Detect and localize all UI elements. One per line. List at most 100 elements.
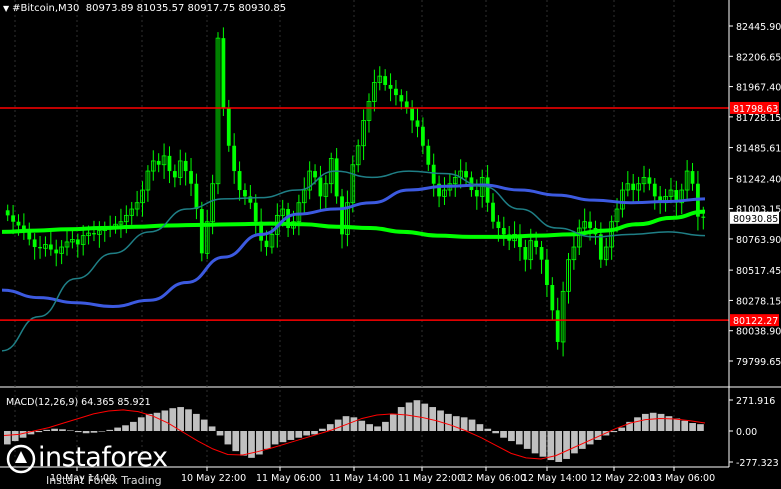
- candle-body: [631, 183, 636, 191]
- macd-histogram-bar: [492, 431, 500, 434]
- macd-histogram-bar: [374, 426, 381, 431]
- candle-body: [11, 215, 15, 222]
- macd-histogram-bar: [397, 407, 405, 431]
- macd-histogram-bar: [200, 419, 208, 431]
- macd-histogram-bar: [508, 431, 515, 442]
- macd-histogram-bar: [484, 428, 492, 431]
- macd-histogram-bar: [523, 431, 531, 449]
- macd-histogram-bar: [673, 418, 681, 431]
- macd-histogram-bar: [413, 400, 421, 431]
- macd-histogram-bar: [468, 419, 476, 431]
- macd-histogram-bar: [145, 413, 153, 431]
- candle-body: [38, 247, 42, 249]
- macd-histogram-bar: [610, 431, 618, 433]
- candle-body: [189, 171, 193, 184]
- macd-histogram-bar: [366, 424, 373, 431]
- macd-histogram-bar: [130, 421, 137, 431]
- candle-body: [399, 95, 404, 102]
- macd-histogram-bar: [114, 427, 121, 431]
- macd-histogram-bar: [271, 431, 279, 445]
- macd-histogram-bar: [334, 419, 342, 431]
- candle-body: [652, 183, 657, 197]
- macd-histogram-bar: [263, 431, 271, 449]
- macd-histogram-bar: [618, 427, 626, 431]
- candle-body: [167, 155, 172, 172]
- candle-body: [410, 107, 415, 121]
- macd-histogram-bar: [389, 413, 397, 431]
- price-tick-label: 81242.40: [736, 174, 781, 185]
- macd-histogram-bar: [208, 426, 216, 431]
- candle-body: [232, 145, 237, 172]
- macd-histogram-bar: [224, 431, 232, 445]
- macd-histogram-bar: [4, 431, 11, 445]
- macd-histogram-bar: [74, 431, 82, 433]
- price-tick-label: 80038.90: [736, 327, 781, 338]
- candle-body: [415, 120, 420, 127]
- macd-histogram-bar: [578, 431, 586, 449]
- price-tick-label: 80278.15: [736, 296, 781, 307]
- macd-histogram-bar: [649, 412, 657, 431]
- macd-histogram-bar: [515, 431, 523, 445]
- candle-body: [598, 234, 603, 260]
- macd-title: MACD(12,26,9) 64.365 85.921: [6, 397, 151, 408]
- macd-tick-label: 0.00: [736, 427, 757, 438]
- macd-histogram-bar: [697, 424, 704, 431]
- price-tick-label: 79799.65: [736, 357, 781, 368]
- macd-histogram-bar: [59, 429, 66, 431]
- time-tick-label: 11 May 06:00: [256, 473, 321, 484]
- macd-histogram-bar: [193, 413, 200, 431]
- candle-body: [32, 239, 37, 248]
- candle-body: [464, 171, 468, 178]
- macd-histogram-bar: [153, 412, 161, 431]
- candle-body: [501, 228, 506, 235]
- price-tick-label: 82206.65: [736, 52, 781, 63]
- candle-body: [313, 171, 317, 178]
- candle-body: [334, 158, 339, 197]
- macd-histogram-bar: [177, 407, 184, 431]
- macd-histogram-bar: [106, 429, 114, 431]
- candle-body: [394, 88, 398, 96]
- macd-histogram-bar: [319, 428, 326, 431]
- time-tick-label: 11 May 14:00: [329, 473, 394, 484]
- dropdown-arrow-icon[interactable]: ▼: [3, 4, 9, 13]
- instaforex-logo-icon: [6, 444, 36, 474]
- macd-histogram-bar: [539, 431, 547, 457]
- candle-body: [383, 76, 388, 85]
- candle-body: [534, 240, 539, 248]
- macd-tick-label: -277.323: [736, 458, 779, 469]
- macd-histogram-bar: [681, 420, 689, 431]
- candle-body: [404, 101, 409, 108]
- candle-body: [172, 171, 177, 178]
- candle-body: [226, 107, 231, 146]
- time-tick-label: 10 May 22:00: [181, 473, 246, 484]
- time-tick-label: 12 May 22:00: [590, 473, 655, 484]
- candle-body: [523, 247, 528, 260]
- macd-histogram-bar: [358, 420, 366, 431]
- candle-body: [555, 310, 560, 342]
- candle-body: [253, 202, 258, 222]
- candle-body: [264, 240, 269, 248]
- candle-body: [16, 221, 21, 226]
- macd-histogram-bar: [641, 413, 649, 431]
- candle-body: [426, 145, 431, 165]
- macd-histogram-bar: [303, 431, 310, 436]
- macd-histogram-bar: [216, 431, 224, 436]
- price-tick-label: 81728.15: [736, 113, 781, 124]
- macd-histogram-bar: [531, 431, 539, 454]
- macd-histogram-bar: [98, 431, 106, 432]
- trading-chart[interactable]: 81798.6380930.8580122.27 82445.9082206.6…: [0, 0, 781, 489]
- candle-body: [701, 216, 706, 218]
- candle-body: [92, 233, 96, 235]
- time-tick-label: 12 May 14:00: [522, 473, 587, 484]
- ohlc-values: 80973.89 81035.57 80917.75 80930.85: [85, 3, 287, 14]
- macd-histogram-bar: [43, 429, 51, 431]
- price-tick-label: 80517.45: [736, 266, 781, 277]
- macd-histogram-bar: [689, 423, 696, 431]
- macd-histogram-bar: [311, 431, 318, 435]
- candle-body: [474, 190, 479, 197]
- candle-body: [75, 239, 80, 245]
- candle-body: [388, 84, 393, 89]
- candle-body: [156, 160, 161, 165]
- candle-body: [194, 183, 199, 210]
- time-tick-label: 11 May 22:00: [398, 473, 463, 484]
